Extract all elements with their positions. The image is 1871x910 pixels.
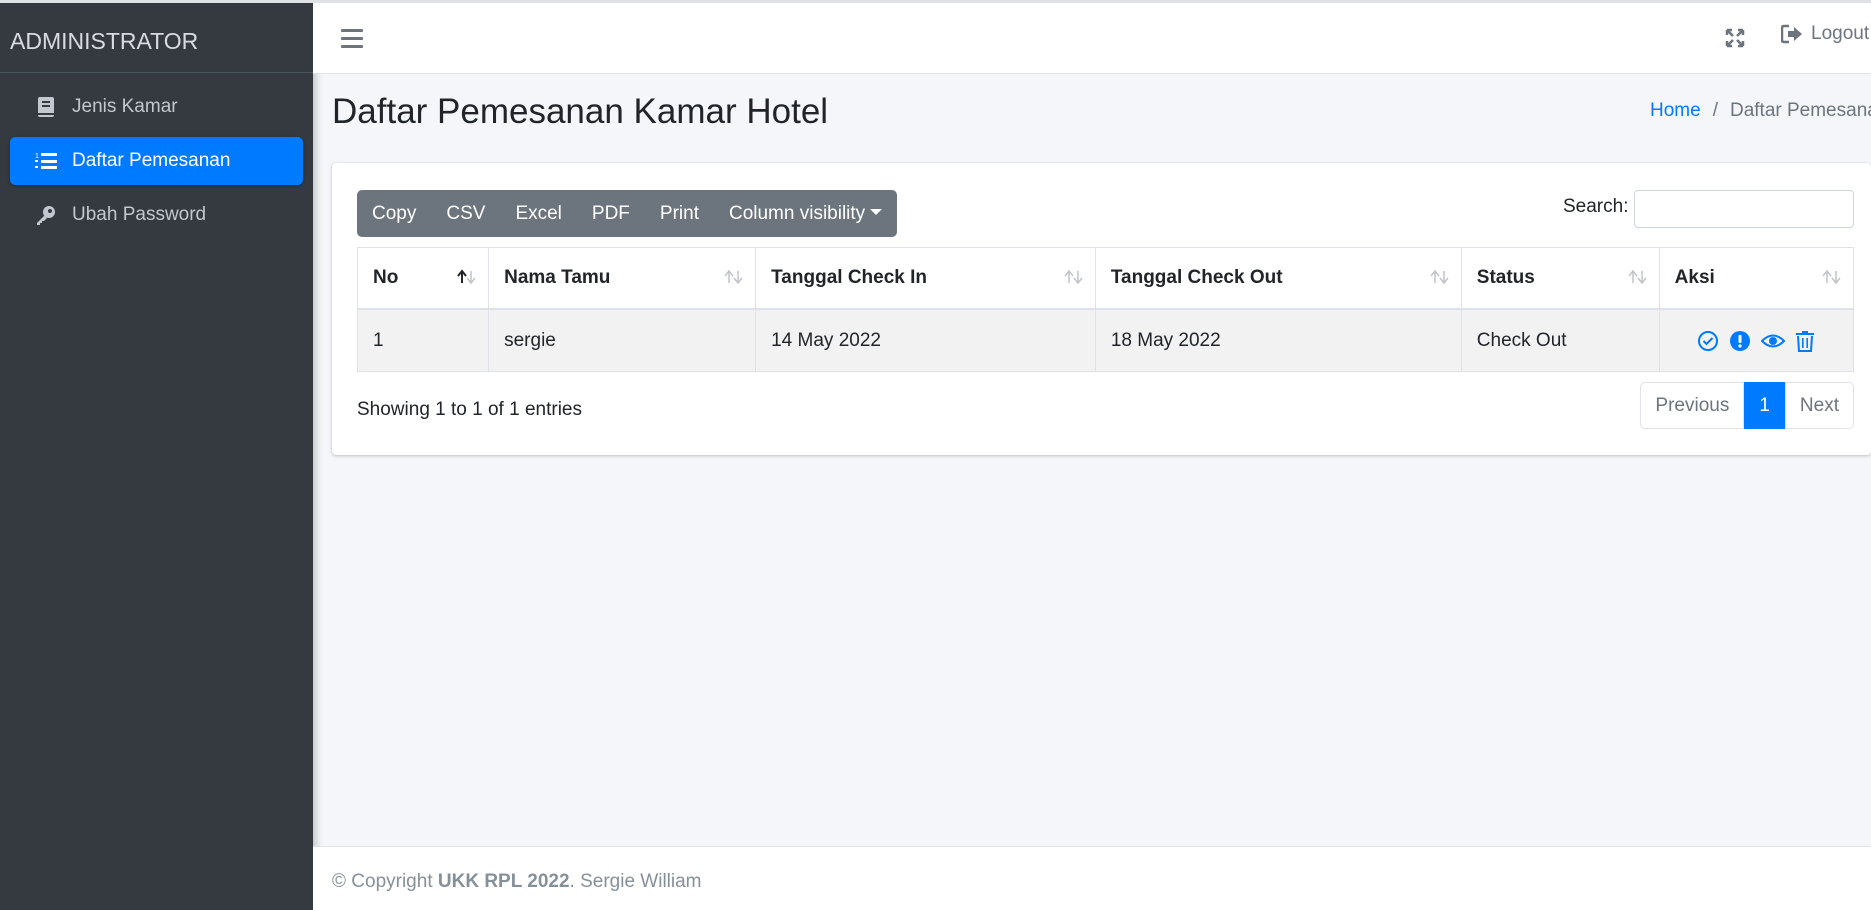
table-row: 1 sergie 14 May 2022 18 May 2022 Check O… [356, 308, 1855, 372]
content-header: Daftar Pemesanan Kamar Hotel Home / Daftar… [332, 92, 1871, 140]
column-header-aksi[interactable]: Aksi [1658, 247, 1855, 310]
sort-icon [1064, 269, 1083, 285]
column-header-label: Status [1476, 267, 1535, 288]
footer: © Copyright UKK RPL 2022. Sergie William [313, 846, 1871, 910]
logout-button[interactable]: Logout [1781, 23, 1869, 45]
breadcrumb-separator: / [1712, 100, 1718, 121]
column-header-label: No [373, 267, 399, 288]
sidebar-item-label: Daftar Pemesanan [72, 150, 231, 171]
hamburger-icon[interactable] [341, 29, 363, 48]
csv-button[interactable]: CSV [431, 190, 500, 237]
column-header-nama-tamu[interactable]: Nama Tamu [488, 247, 757, 310]
sort-ascending-icon [457, 269, 476, 285]
breadcrumb-home[interactable]: Home [1650, 100, 1701, 121]
breadcrumb: Home / Daftar Pemesanan [1650, 100, 1871, 122]
column-header-label: Tanggal Check Out [1110, 267, 1283, 288]
top-navbar: Logout [313, 0, 1871, 74]
exclamation-circle-icon[interactable] [1729, 330, 1751, 352]
key-icon [34, 203, 58, 227]
cell-check-in: 14 May 2022 [755, 308, 1096, 372]
page-title: Daftar Pemesanan Kamar Hotel [332, 92, 829, 131]
sort-icon [1628, 269, 1647, 285]
brand-text[interactable]: ADMINISTRATOR [0, 0, 313, 73]
cell-nama-tamu: sergie [488, 308, 757, 372]
column-header-label: Tanggal Check In [771, 267, 928, 288]
column-header-label: Nama Tamu [504, 267, 611, 288]
sign-out-icon [1781, 24, 1802, 44]
sidebar-item-label: Ubah Password [72, 204, 207, 225]
column-header-no[interactable]: No [356, 247, 490, 310]
sidebar-item-jenis-kamar[interactable]: Jenis Kamar [10, 83, 303, 131]
previous-page-button[interactable]: Previous [1640, 382, 1745, 429]
sidebar-item-label: Jenis Kamar [72, 96, 178, 117]
export-button-group: Copy CSV Excel PDF Print Column visibili… [357, 190, 898, 237]
sort-icon [1430, 269, 1449, 285]
next-page-button[interactable]: Next [1784, 382, 1854, 429]
breadcrumb-current: Daftar Pemesanan [1729, 100, 1871, 121]
list-icon: 1 [34, 149, 58, 173]
table-header-row: No Nama Tamu Tanggal Check In Tanggal Ch… [356, 247, 1855, 310]
column-visibility-dropdown[interactable]: Column visibility [714, 190, 897, 237]
eye-icon[interactable] [1761, 330, 1786, 352]
search-label: Search: [1563, 196, 1629, 217]
search-input[interactable] [1634, 190, 1854, 228]
expand-icon[interactable] [1724, 27, 1746, 49]
bookings-card: Copy CSV Excel PDF Print Column visibili… [332, 163, 1871, 455]
excel-button[interactable]: Excel [500, 190, 576, 237]
sidebar-item-ubah-password[interactable]: Ubah Password [10, 191, 303, 239]
sidebar: ADMINISTRATOR Jenis Kamar 1 Daftar Pemes… [0, 0, 313, 910]
svg-text:1: 1 [35, 153, 39, 160]
sort-icon [1822, 269, 1841, 285]
column-header-label: Aksi [1674, 267, 1715, 288]
footer-suffix: . Sergie William [569, 871, 702, 892]
trash-icon[interactable] [1795, 330, 1815, 352]
pdf-button[interactable]: PDF [577, 190, 645, 237]
page-1-button[interactable]: 1 [1744, 382, 1785, 429]
book-icon [34, 95, 58, 119]
cell-status: Check Out [1460, 308, 1660, 372]
sidebar-nav: Jenis Kamar 1 Daftar Pemesanan Ubah Pass… [0, 83, 313, 239]
table-info: Showing 1 to 1 of 1 entries [357, 399, 582, 420]
pagination: Previous 1 Next [1640, 382, 1854, 429]
footer-prefix: © Copyright [332, 871, 438, 892]
copy-button[interactable]: Copy [357, 190, 431, 237]
cell-aksi [1658, 308, 1855, 372]
column-header-tanggal-check-out[interactable]: Tanggal Check Out [1094, 247, 1462, 310]
logout-label: Logout [1811, 23, 1870, 44]
sort-icon [724, 269, 743, 285]
print-button[interactable]: Print [645, 190, 714, 237]
cell-no: 1 [356, 308, 490, 372]
footer-bold: UKK RPL 2022 [437, 871, 570, 892]
sidebar-item-daftar-pemesanan[interactable]: 1 Daftar Pemesanan [10, 137, 303, 185]
column-header-tanggal-check-in[interactable]: Tanggal Check In [755, 247, 1096, 310]
footer-copyright: © Copyright UKK RPL 2022. Sergie William [332, 871, 702, 893]
column-header-status[interactable]: Status [1460, 247, 1660, 310]
check-circle-icon[interactable] [1697, 330, 1719, 352]
cell-check-out: 18 May 2022 [1094, 308, 1462, 372]
bookings-table: No Nama Tamu Tanggal Check In Tanggal Ch… [356, 247, 1855, 372]
